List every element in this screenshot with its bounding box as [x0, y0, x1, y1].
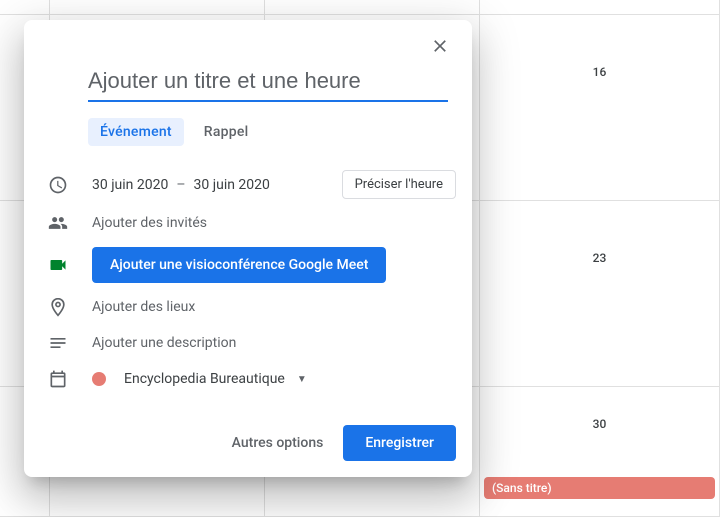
row-calendar: Encyclopedia Bureautique ▼ [40, 361, 456, 397]
chevron-down-icon: ▼ [297, 374, 307, 385]
day-cell[interactable]: 23 [480, 201, 720, 387]
add-description-field[interactable]: Ajouter une description [92, 335, 456, 351]
location-icon [40, 297, 76, 317]
date-separator: – [176, 177, 185, 193]
calendar-name: Encyclopedia Bureautique [124, 371, 285, 387]
row-guests: Ajouter des invités [40, 205, 456, 241]
row-datetime: 30 juin 2020 – 30 juin 2020 Préciser l'h… [40, 164, 456, 205]
day-cell[interactable]: 30 (Sans titre) [480, 387, 720, 517]
add-meet-button[interactable]: Ajouter une visioconférence Google Meet [92, 247, 386, 283]
calendar-icon [40, 369, 76, 389]
start-date[interactable]: 30 juin 2020 [92, 177, 168, 193]
tab-reminder[interactable]: Rappel [192, 118, 261, 146]
close-button[interactable] [424, 32, 456, 64]
row-meet: Ajouter une visioconférence Google Meet [40, 241, 456, 289]
row-description: Ajouter une description [40, 325, 456, 361]
calendar-color-dot [92, 372, 106, 386]
date-number: 30 [593, 417, 607, 431]
calendar-picker[interactable]: Encyclopedia Bureautique ▼ [92, 371, 456, 387]
specify-time-button[interactable]: Préciser l'heure [342, 170, 456, 199]
notes-icon [40, 333, 76, 353]
end-date[interactable]: 30 juin 2020 [194, 177, 270, 193]
add-location-field[interactable]: Ajouter des lieux [92, 299, 456, 315]
title-input[interactable] [88, 64, 448, 102]
row-location: Ajouter des lieux [40, 289, 456, 325]
close-icon [430, 36, 450, 60]
save-button[interactable]: Enregistrer [343, 425, 456, 461]
date-number: 23 [593, 251, 607, 265]
people-icon [40, 213, 76, 233]
quick-add-dialog: Événement Rappel 30 juin 2020 – 30 juin … [24, 20, 472, 477]
day-cell[interactable]: 16 [480, 15, 720, 201]
date-number: 16 [593, 65, 607, 79]
clock-icon [40, 175, 76, 195]
tab-event[interactable]: Événement [88, 118, 184, 146]
event-chip-untitled[interactable]: (Sans titre) [484, 477, 715, 499]
add-guests-field[interactable]: Ajouter des invités [92, 215, 456, 231]
more-options-button[interactable]: Autres options [232, 435, 324, 451]
video-icon [40, 255, 76, 275]
